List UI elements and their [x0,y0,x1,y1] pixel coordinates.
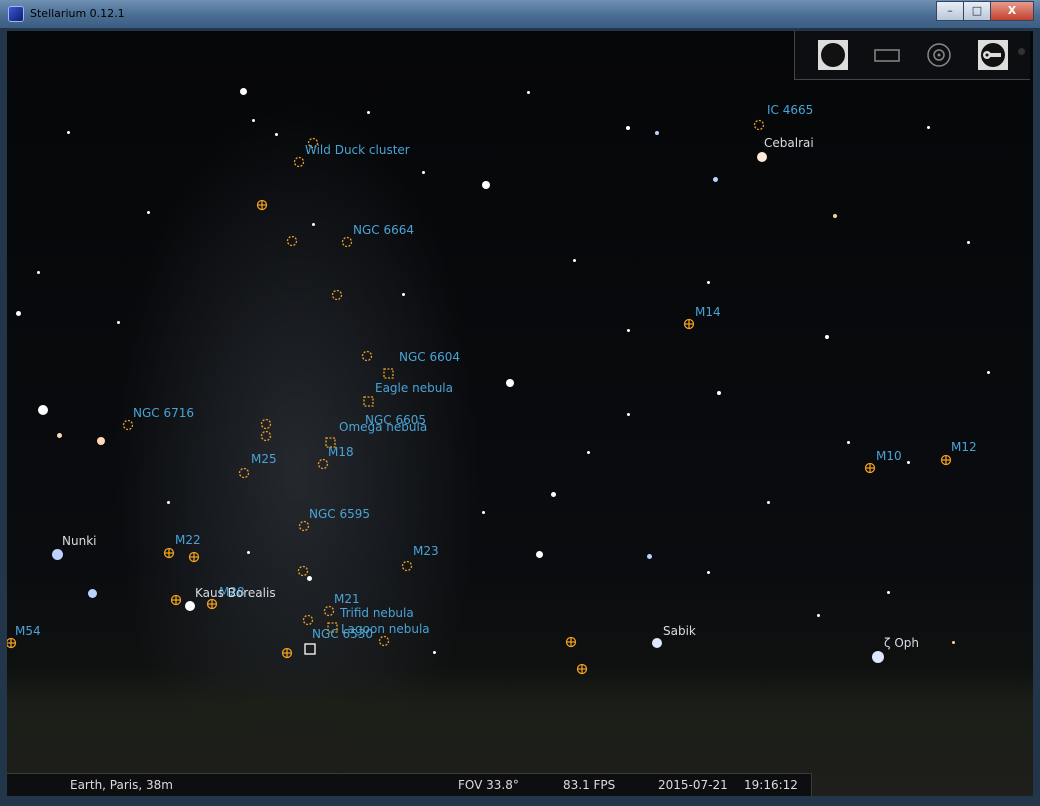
cluster-marker-f [302,614,314,626]
wild-duck-marker-2 [293,156,305,168]
kaus-borealis-label[interactable]: Kaus Borealis [195,586,276,600]
m54-marker [7,637,17,649]
ngc6664-label[interactable]: NGC 6664 [353,223,414,237]
m21-label[interactable]: M21 [334,592,360,606]
omega-label[interactable]: Omega nebula [339,420,427,434]
window-titlebar[interactable]: Stellarium 0.12.1 – □ X [0,0,1040,28]
m23-marker [401,560,413,572]
eagle-label[interactable]: Eagle nebula [375,381,453,395]
m18-marker [317,458,329,470]
ngc6716-marker [122,419,134,431]
cluster-marker-c [260,418,272,430]
globular-marker-1 [256,199,268,211]
location-text[interactable]: Earth, Paris, 38m [70,778,173,792]
stellarium-app-icon [8,6,24,22]
m21-marker [323,605,335,617]
m54-label[interactable]: M54 [15,624,41,638]
m25-label[interactable]: M25 [251,452,277,466]
sky-view[interactable]: IC 4665 Wild Duck cluster NGC 6664 M14 N… [7,31,1033,796]
maximize-button[interactable]: □ [963,1,991,21]
m12-label[interactable]: M12 [951,440,977,454]
trifid-label[interactable]: Trifid nebula [340,606,414,620]
ngc6716-label[interactable]: NGC 6716 [133,406,194,420]
ngc6664-marker [341,236,353,248]
status-bar: Earth, Paris, 38m FOV 33.8° 83.1 FPS 201… [7,773,812,796]
ngc6595-marker [298,520,310,532]
m14-marker [683,318,695,330]
close-button[interactable]: X [990,1,1034,21]
m10-marker [864,462,876,474]
top-right-toolbar [794,31,1030,80]
m22-label[interactable]: M22 [175,533,201,547]
globular-marker-4 [281,647,293,659]
time-text[interactable]: 19:16:12 [744,778,798,792]
ngc6530-label[interactable]: NGC 6530 [312,627,373,641]
nunki-label[interactable]: Nunki [62,534,96,548]
settings-icon[interactable] [977,39,1009,71]
cebalrai-label[interactable]: Cebalrai [764,136,814,150]
m14-label[interactable]: M14 [695,305,721,319]
m12-marker [940,454,952,466]
ic4665-marker [753,119,765,131]
eagle-marker [363,396,374,407]
cluster-marker-b [331,289,343,301]
globular-marker-5 [565,636,577,648]
sabik-label[interactable]: Sabik [663,624,696,638]
minimize-button[interactable]: – [936,1,964,21]
window-title: Stellarium 0.12.1 [30,7,125,20]
cluster-marker-d [260,430,272,442]
globular-marker-3 [170,594,182,606]
ngc6604-marker [361,350,373,362]
fov-text: FOV 33.8° [458,778,519,792]
lagoon-marker [378,635,390,647]
window-mode-icon[interactable] [871,39,903,71]
m18-label[interactable]: M18 [328,445,354,459]
fps-text: 83.1 FPS [563,778,616,792]
m25-marker [238,467,250,479]
cluster-marker-a [286,235,298,247]
target-icon[interactable] [923,39,955,71]
m10-label[interactable]: M10 [876,449,902,463]
ngc6595-label[interactable]: NGC 6595 [309,507,370,521]
full-sky-icon[interactable] [817,39,849,71]
ngc6530-marker [304,643,316,655]
ic4665-label[interactable]: IC 4665 [767,103,813,117]
ngc6604-label[interactable]: NGC 6604 [399,350,460,364]
cluster-marker-e [297,565,309,577]
m22-marker [163,547,175,559]
zeta-oph-label[interactable]: ζ Oph [884,636,919,650]
m23-label[interactable]: M23 [413,544,439,558]
ngc6605-marker [383,368,394,379]
globular-marker-2 [188,551,200,563]
m28-marker [206,598,218,610]
globular-marker-6 [576,663,588,675]
window-controls: – □ X [936,1,1034,21]
date-text[interactable]: 2015-07-21 [658,778,728,792]
wild-duck-label[interactable]: Wild Duck cluster [305,143,410,157]
